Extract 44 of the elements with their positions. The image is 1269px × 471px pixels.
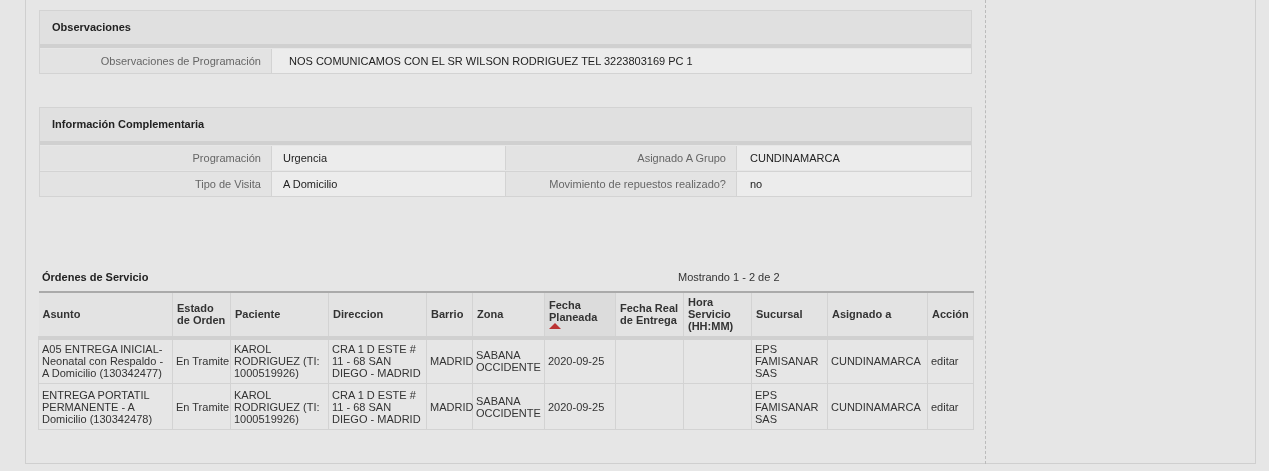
field-label: Movimiento de repuestos realizado? bbox=[505, 172, 737, 196]
table-cell: SABANA OCCIDENTE bbox=[476, 394, 541, 419]
column-header[interactable]: Asunto bbox=[38, 291, 173, 338]
field-value: NOS COMUNICAMOS CON EL SR WILSON RODRIGUEZ TEL 3223803169 PC 1 bbox=[272, 49, 971, 73]
table-cell: KAROL RODRIGUEZ (TI: 1000519926) bbox=[234, 343, 320, 380]
field-value: A Domicilio bbox=[272, 172, 505, 196]
sort-ascending-icon bbox=[549, 323, 561, 329]
column-header[interactable]: Barrio bbox=[426, 291, 473, 338]
section-title: Órdenes de Servicio bbox=[41, 270, 149, 285]
column-header[interactable]: Sucursal bbox=[751, 291, 828, 338]
column-header[interactable]: Paciente bbox=[230, 291, 329, 338]
table-cell: EPS FAMISANAR SAS bbox=[755, 343, 819, 380]
paging-info: Mostrando 1 - 2 de 2 bbox=[678, 270, 781, 285]
table-cell: CUNDINAMARCA bbox=[831, 400, 921, 413]
field-label: Asignado A Grupo bbox=[505, 146, 737, 170]
column-header[interactable]: Estado de Orden bbox=[172, 291, 231, 338]
edit-link[interactable]: editar bbox=[931, 355, 959, 368]
column-header[interactable]: Hora Servicio (HH:MM) bbox=[683, 291, 752, 338]
section-header: Observaciones bbox=[40, 11, 971, 48]
table-cell: MADRID bbox=[430, 355, 474, 368]
table-cell: CUNDINAMARCA bbox=[831, 355, 921, 368]
field-value: CUNDINAMARCA bbox=[737, 146, 971, 170]
field-value: Urgencia bbox=[272, 146, 505, 170]
table-cell: En Tramite bbox=[176, 400, 230, 413]
column-header[interactable]: Asignado a bbox=[827, 291, 928, 338]
edit-link[interactable]: editar bbox=[931, 400, 959, 413]
table-cell: 2020-09-25 bbox=[548, 400, 605, 413]
table-cell: A05 ENTREGA INICIAL-Neonatal con Respaldo - A Domicilio (130342477) bbox=[42, 343, 164, 380]
table-cell: EPS FAMISANAR SAS bbox=[755, 388, 819, 425]
table-cell: KAROL RODRIGUEZ (TI: 1000519926) bbox=[234, 388, 320, 425]
column-header[interactable]: Zona bbox=[472, 291, 545, 338]
column-header[interactable]: Acción bbox=[927, 291, 974, 338]
column-header[interactable]: Direccion bbox=[328, 291, 427, 338]
table-cell: En Tramite bbox=[176, 355, 230, 368]
column-header[interactable]: Fecha Planeada bbox=[544, 291, 616, 338]
table-cell: 2020-09-25 bbox=[548, 355, 605, 368]
column-header[interactable]: Fecha Real de Entrega bbox=[615, 291, 684, 338]
table-cell: ENTREGA PORTATIL PERMANENTE - A Domicilio (130342478) bbox=[42, 388, 153, 425]
section-header: Información Complementaria bbox=[40, 108, 971, 145]
field-value: no bbox=[737, 172, 971, 196]
table-cell: SABANA OCCIDENTE bbox=[476, 349, 541, 374]
table-cell: CRA 1 D ESTE # 11 - 68 SAN DIEGO - MADRID bbox=[332, 388, 421, 425]
table-cell: MADRID bbox=[430, 400, 474, 413]
table-cell: CRA 1 D ESTE # 11 - 68 SAN DIEGO - MADRID bbox=[332, 343, 421, 380]
